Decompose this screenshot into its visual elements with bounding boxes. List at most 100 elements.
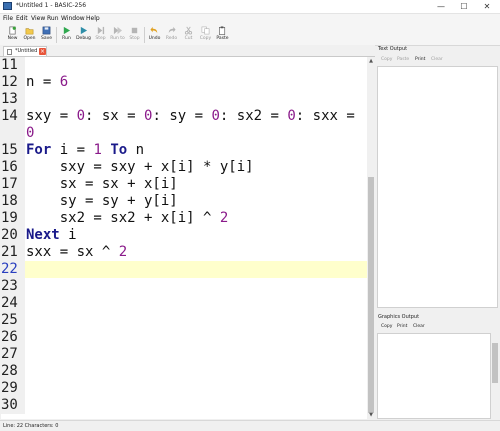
line-number: 28 [1,363,25,380]
line-number: 27 [1,346,25,363]
line-number: 19 [1,210,25,227]
graphics-scrollbar-thumb[interactable] [492,343,498,383]
line-number: 20 [1,227,25,244]
code-token: i [59,227,77,243]
scroll-down-arrow-icon[interactable]: ▼ [367,411,375,419]
code-number: 0 [287,108,296,124]
undo-icon [150,26,158,34]
code-token: i = [51,142,94,158]
code-line[interactable]: 13 [1,91,367,108]
scrollbar-thumb[interactable] [368,177,374,413]
menu-help[interactable]: Help [86,14,100,24]
text-output-title: Text Output [378,46,408,52]
line-number: 15 [1,142,25,159]
code-text: sxy = 0: sx = 0: sy = 0: sx2 = 0: sxx = [26,108,355,125]
code-editor[interactable]: 11 12 n = 6 13 14 sxy = 0: sx = 0: sy = 0: sx… [1,57,367,419]
code-keyword: For [26,142,52,158]
code-token: sx2 = sx2 + x[i] ^ [26,210,220,226]
graphics-output-area[interactable] [377,333,491,419]
line-number: 22 [1,261,25,278]
code-token: : sx2 = [219,108,288,124]
code-line[interactable]: 14 sxy = 0: sx = 0: sy = 0: sx2 = 0: sxx … [1,108,367,125]
text-output-clear-button[interactable]: Clear [431,57,443,63]
graphics-scrollbar[interactable] [491,333,499,419]
run-to-icon [113,26,122,35]
code-line[interactable]: 16 sxy = sxy + x[i] * y[i] [1,159,367,176]
code-line[interactable]: 21 sxx = sx ^ 2 [1,244,367,261]
toolbar: New Open Save Run Debug Step Run to Stop… [0,24,500,46]
line-number: 30 [1,397,25,414]
stop-icon [131,27,138,34]
debug-play-icon [80,26,88,35]
run-play-icon [63,26,71,35]
tab-untitled-1[interactable]: *Untitled 1 × [3,46,47,56]
code-line[interactable]: 20 Next i [1,227,367,244]
close-window-button[interactable]: ✕ [476,0,498,13]
code-text: sxx = sx ^ 2 [26,244,127,261]
menu-run[interactable]: Run [47,14,59,24]
code-token: n [127,142,145,158]
editor-scrollbar[interactable]: ▲ ▼ [367,57,375,419]
menu-window[interactable]: Window [61,14,85,24]
menu-file[interactable]: File [3,14,13,24]
minimize-button[interactable]: — [430,0,452,13]
code-token: sx = sx + x[i] [26,176,178,192]
code-keyword: To [110,142,128,158]
code-line[interactable]: 30 [1,397,367,414]
redo-icon [168,26,176,34]
code-line[interactable]: 27 [1,346,367,363]
code-line[interactable]: 24 [1,295,367,312]
code-line-current[interactable]: 22 [1,261,367,278]
code-line[interactable]: 19 sx2 = sx2 + x[i] ^ 2 [1,210,367,227]
line-number: 13 [1,91,25,108]
save-button[interactable]: Save [38,25,55,44]
code-line[interactable]: 0 [1,125,367,142]
code-number: 1 [93,142,102,158]
tab-close-icon[interactable]: × [39,48,46,55]
status-text: Line: 22 Characters: 0 [3,423,59,429]
maximize-button[interactable]: ☐ [453,0,475,13]
code-number: 0 [211,108,220,124]
line-number: 17 [1,176,25,193]
code-token: sxx = sx ^ [26,244,119,260]
window-title: *Untitled 1 - BASIC-256 [16,2,87,9]
line-number: 24 [1,295,25,312]
graphics-output-print-button[interactable]: Print [397,324,407,330]
text-output-copy-button[interactable]: Copy [381,57,392,63]
code-line[interactable]: 12 n = 6 [1,74,367,91]
graphics-output-copy-button[interactable]: Copy [381,324,392,330]
menu-edit[interactable]: Edit [16,14,28,24]
scroll-up-arrow-icon[interactable]: ▲ [367,57,375,65]
code-token: sxy = [26,108,77,124]
stop-button[interactable]: Stop [126,25,143,44]
text-output-print-button[interactable]: Print [415,57,425,63]
text-output-area[interactable] [377,66,498,308]
open-folder-icon [25,28,34,35]
code-line[interactable]: 29 [1,380,367,397]
code-line[interactable]: 15 For i = 1 To n [1,142,367,159]
code-text: Next i [26,227,77,244]
cut-scissors-icon [184,26,193,35]
code-token: : sxx = [295,108,355,124]
tab-bar: *Untitled 1 × [0,45,375,57]
code-line[interactable]: 17 sx = sx + x[i] [1,176,367,193]
menu-view[interactable]: View [31,14,45,24]
paste-button[interactable]: Paste [214,25,231,44]
line-number: 25 [1,312,25,329]
graphics-output-clear-button[interactable]: Clear [413,324,425,330]
text-output-paste-button[interactable]: Paste [397,57,409,63]
line-number: 26 [1,329,25,346]
code-line[interactable]: 18 sy = sy + y[i] [1,193,367,210]
code-line[interactable]: 25 [1,312,367,329]
code-line[interactable]: 28 [1,363,367,380]
code-text: For i = 1 To n [26,142,144,159]
title-bar: *Untitled 1 - BASIC-256 — ☐ ✕ [0,0,500,14]
code-text: sy = sy + y[i] [26,193,178,210]
code-line[interactable]: 23 [1,278,367,295]
code-line[interactable]: 26 [1,329,367,346]
code-text: sxy = sxy + x[i] * y[i] [26,159,254,176]
code-line[interactable]: 11 [1,57,367,74]
document-icon [7,49,12,55]
line-number: 29 [1,380,25,397]
code-token: : sy = [152,108,212,124]
